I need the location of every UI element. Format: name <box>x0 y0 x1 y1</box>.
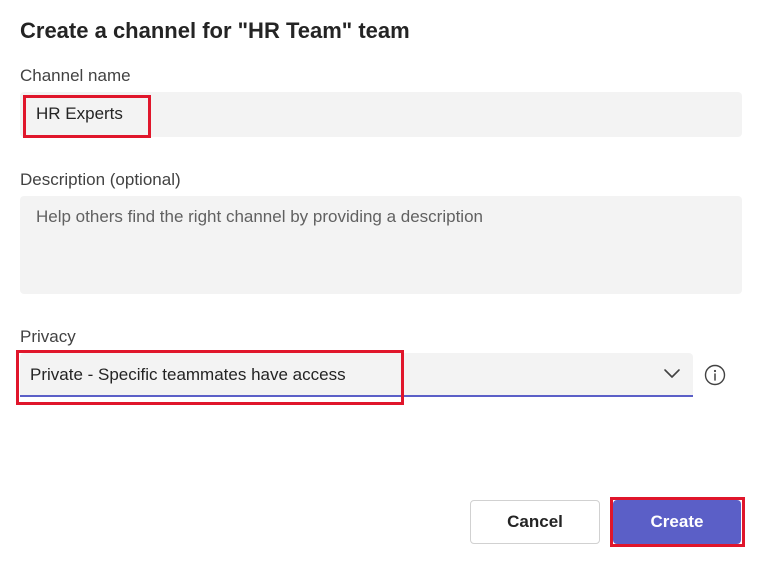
privacy-dropdown[interactable]: Private - Specific teammates have access <box>20 353 693 397</box>
channel-name-input[interactable]: HR Experts <box>20 92 742 137</box>
description-label: Description (optional) <box>20 170 181 189</box>
create-button[interactable]: Create <box>613 500 741 544</box>
dialog-title: Create a channel for "HR Team" team <box>20 18 410 43</box>
description-input[interactable]: Help others find the right channel by pr… <box>20 196 742 294</box>
channel-name-value: HR Experts <box>36 104 123 123</box>
privacy-selected-value: Private - Specific teammates have access <box>30 365 346 384</box>
channel-name-label: Channel name <box>20 66 131 85</box>
info-icon[interactable] <box>704 364 726 386</box>
cancel-button[interactable]: Cancel <box>470 500 600 544</box>
chevron-down-icon <box>664 369 680 378</box>
description-placeholder: Help others find the right channel by pr… <box>36 207 483 226</box>
privacy-label: Privacy <box>20 327 76 346</box>
